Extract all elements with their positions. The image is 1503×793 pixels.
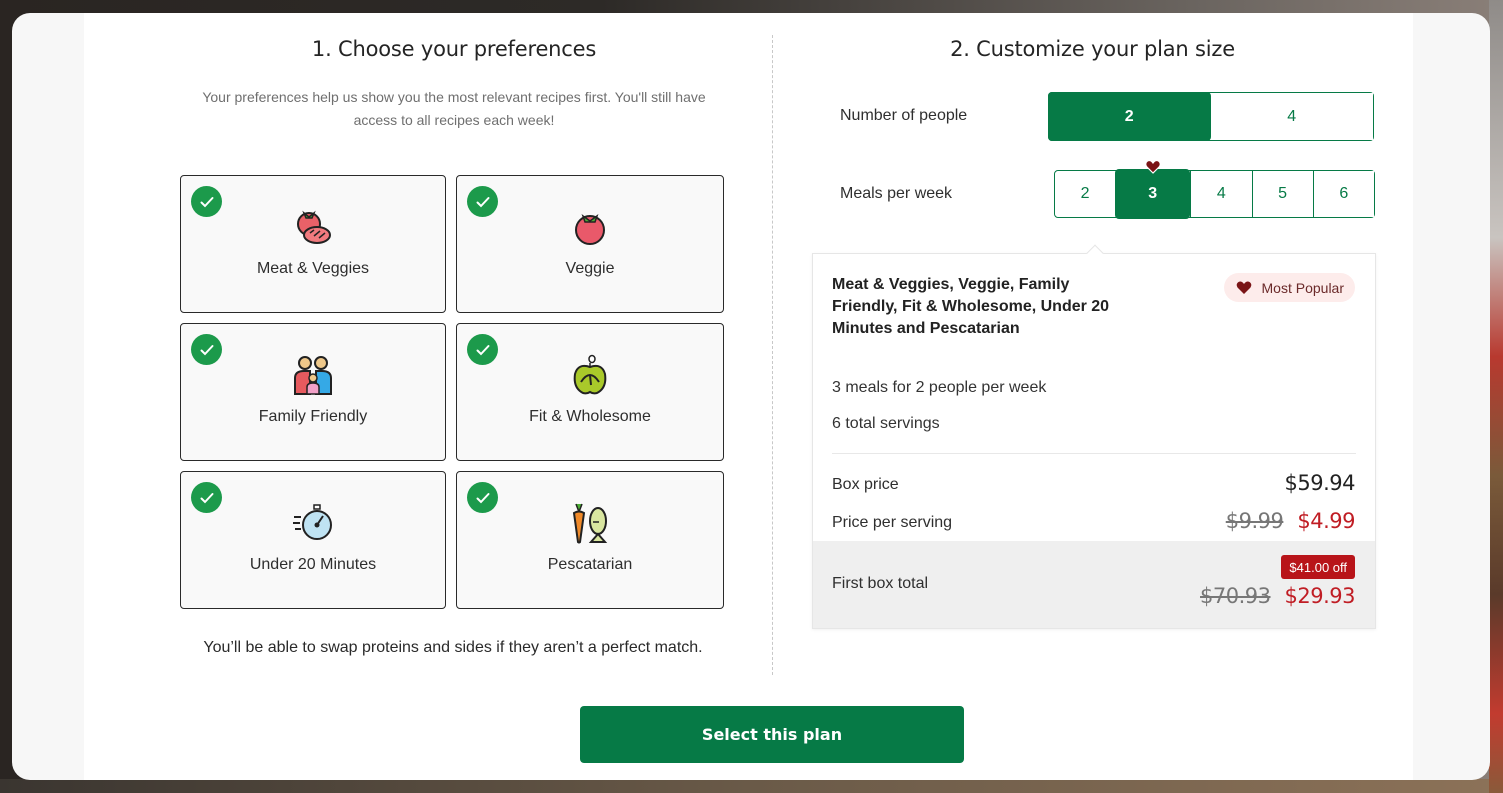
checkmark-icon [467, 334, 498, 365]
plan-modal: 1. Choose your preferences Your preferen… [12, 13, 1490, 780]
preference-label: Fit & Wholesome [529, 408, 651, 425]
tomato-icon [575, 214, 605, 245]
meals-label: Meals per week [840, 185, 953, 202]
preferences-title: 1. Choose your preferences [311, 37, 597, 61]
meals-summary: 3 meals for 2 people per week [832, 379, 1047, 396]
preference-card-fit-wholesome[interactable]: Fit & Wholesome [456, 323, 724, 461]
preference-card-meat-veggies[interactable]: Meat & Veggies [180, 175, 446, 313]
heart-icon [1236, 281, 1251, 294]
modal-content: 1. Choose your preferences Your preferen… [84, 13, 1413, 780]
column-divider [772, 35, 773, 675]
meals-option-2[interactable]: 2 [1055, 171, 1116, 217]
checkmark-icon [467, 186, 498, 217]
per-serving-row: $9.99 $4.99 [1225, 509, 1356, 533]
people-selector: 2 4 [1048, 92, 1374, 141]
box-price-value: $59.94 [1284, 471, 1356, 495]
preference-label: Meat & Veggies [256, 260, 370, 277]
background-photo-strip [0, 779, 1503, 793]
preference-card-under-20-minutes[interactable]: Under 20 Minutes [180, 471, 446, 609]
carrot-fish-icon [572, 503, 608, 544]
swap-note: You’ll be able to swap proteins and side… [203, 639, 703, 656]
servings-summary: 6 total servings [832, 415, 940, 432]
meals-option-label: 2 [1080, 185, 1090, 202]
summary-divider [832, 453, 1356, 454]
people-option-2[interactable]: 2 [1048, 92, 1211, 141]
preference-card-pescatarian[interactable]: Pescatarian [456, 471, 724, 609]
popular-heart-icon [1144, 160, 1161, 174]
preference-label: Pescatarian [547, 556, 633, 573]
preference-label: Veggie [565, 260, 615, 277]
checkmark-icon [191, 186, 222, 217]
per-serving-discounted: $4.99 [1297, 509, 1355, 533]
meals-option-3[interactable]: 3 [1115, 160, 1191, 219]
meals-selector: 2 3 4 5 6 [1054, 160, 1375, 219]
checkmark-icon [191, 334, 222, 365]
most-popular-badge: Most Popular [1223, 273, 1355, 302]
steak-tomato-icon [297, 210, 331, 244]
plan-summary-card: Meat & Veggies, Veggie, Family Friendly,… [812, 244, 1376, 629]
background-photo-edge [1489, 0, 1503, 793]
per-serving-original: $9.99 [1225, 509, 1284, 533]
meals-option-label: 5 [1278, 185, 1288, 202]
meals-option-label: 6 [1339, 185, 1349, 202]
preference-label: Under 20 Minutes [249, 556, 377, 573]
box-price-label: Box price [832, 476, 899, 493]
box-price-row: $59.94 [1284, 471, 1356, 495]
meals-option-label: 3 [1148, 185, 1158, 202]
meals-option-6[interactable]: 6 [1312, 171, 1374, 217]
discount-badge: $41.00 off [1281, 555, 1355, 579]
selected-preferences: Meat & Veggies, Veggie, Family Friendly,… [832, 276, 1110, 337]
checkmark-icon [191, 482, 222, 513]
preference-card-veggie[interactable]: Veggie [456, 175, 724, 313]
stopwatch-icon [293, 504, 332, 540]
family-icon [294, 356, 332, 395]
per-serving-label: Price per serving [832, 514, 953, 531]
most-popular-label: Most Popular [1261, 279, 1344, 296]
preference-label: Family Friendly [258, 408, 368, 425]
preferences-intro: Your preferences help us show you the mo… [202, 89, 706, 128]
people-label: Number of people [840, 107, 968, 124]
preferences-grid: Meat & Veggies Veggie Family Friendly Fi… [180, 175, 724, 609]
plan-size-title: 2. Customize your plan size [950, 37, 1235, 61]
summary-pointer [1086, 244, 1104, 262]
meals-option-5[interactable]: 5 [1251, 171, 1313, 217]
apple-scale-icon [573, 354, 607, 395]
meals-option-label: 4 [1216, 185, 1226, 202]
first-box-total-area: First box total $41.00 off $70.93 $29.93 [813, 541, 1375, 628]
first-box-original: $70.93 [1200, 584, 1271, 608]
meals-option-4[interactable]: 4 [1190, 171, 1252, 217]
people-option-4[interactable]: 4 [1210, 93, 1373, 140]
first-box-discounted: $29.93 [1284, 584, 1356, 608]
select-plan-button[interactable]: Select this plan [580, 706, 964, 763]
first-box-label: First box total [832, 575, 929, 592]
checkmark-icon [467, 482, 498, 513]
preference-card-family-friendly[interactable]: Family Friendly [180, 323, 446, 461]
first-box-price-row: $70.93 $29.93 [1200, 584, 1355, 608]
